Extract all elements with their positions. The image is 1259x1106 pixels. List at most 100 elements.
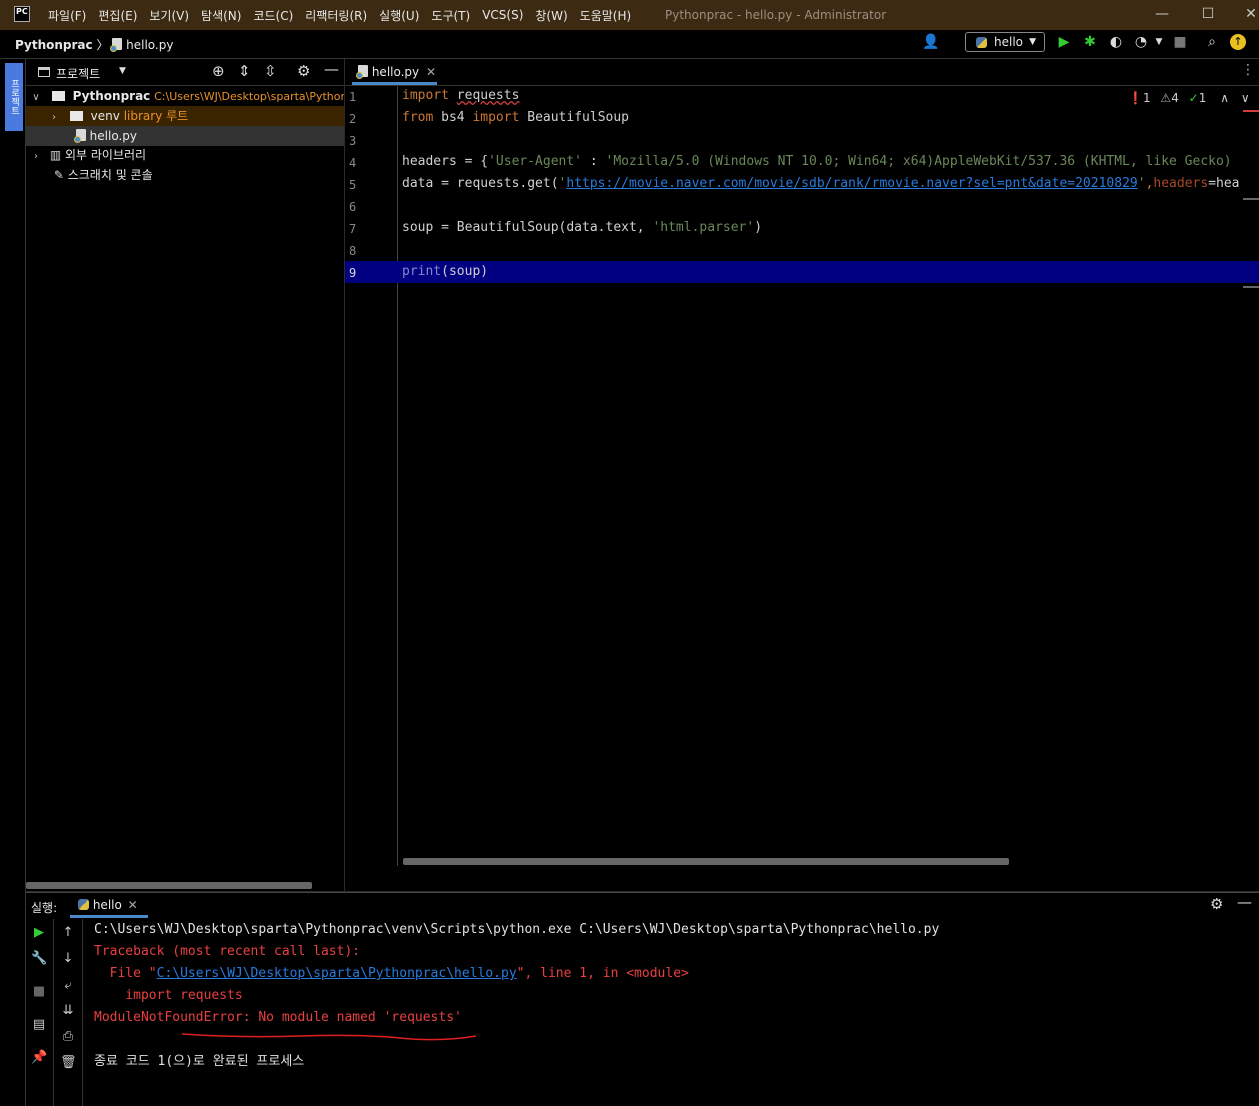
menu-view[interactable]: 보기(V)	[149, 7, 189, 24]
tree-item-note: library 루트	[123, 109, 189, 123]
code-line-9[interactable]: print(soup)	[402, 261, 488, 283]
code-line-5[interactable]: data = requests.get('https://movie.naver…	[402, 173, 1240, 195]
user-icon[interactable]: 👤	[922, 34, 939, 50]
code-token: )	[754, 220, 763, 235]
console-line-source: import requests	[94, 988, 243, 1003]
expand-all-icon[interactable]: ⇕	[238, 62, 251, 80]
code-line-2[interactable]: from bs4 import BeautifulSoup	[402, 107, 629, 129]
tree-item-hello-py[interactable]: hello.py	[26, 126, 344, 146]
error-count: 1	[1142, 91, 1151, 105]
pin-icon[interactable]: 📌	[31, 1050, 47, 1066]
code-line-4[interactable]: headers = {'User-Agent' : 'Mozilla/5.0 (…	[402, 151, 1232, 173]
gear-icon[interactable]: ⚙	[1210, 895, 1223, 913]
inspection-widget[interactable]: ❗1 ⚠4 ✓1 ∧ ∨	[1128, 91, 1250, 105]
chevron-right-icon: ›	[52, 112, 56, 123]
editor-tab-label: hello.py	[371, 65, 420, 79]
rerun-icon[interactable]: ▶	[31, 925, 47, 941]
arrow-up-icon[interactable]: ↑	[60, 925, 76, 941]
hide-icon[interactable]: —	[1237, 893, 1252, 911]
menu-refactor[interactable]: 리팩터링(R)	[305, 7, 367, 24]
menu-help[interactable]: 도움말(H)	[580, 7, 632, 24]
line-number: 7	[349, 222, 357, 236]
soft-wrap-icon[interactable]: ⤶	[60, 978, 76, 994]
layout-icon[interactable]: ▤	[31, 1017, 47, 1033]
run-config-select[interactable]: hello ▼	[965, 32, 1045, 52]
line-number: 4	[349, 156, 357, 170]
menu-bar: 파일(F) 편집(E) 보기(V) 탐색(N) 코드(C) 리팩터링(R) 실행…	[48, 0, 643, 30]
close-icon[interactable]: ✕	[128, 898, 138, 912]
print-icon[interactable]: ⎙	[60, 1029, 76, 1045]
chevron-up-icon[interactable]: ∧	[1220, 91, 1229, 105]
tree-item-scratches[interactable]: ✎ 스크래치 및 콘솔	[26, 165, 344, 185]
warning-stripe-marker[interactable]	[1243, 198, 1259, 200]
maximize-button[interactable]: ☐	[1197, 4, 1219, 24]
breadcrumb-project[interactable]: Pythonprac	[15, 38, 93, 52]
profile-icon[interactable]: ◔	[1133, 34, 1149, 50]
error-stripe-marker[interactable]	[1243, 110, 1259, 112]
code-token: requests	[456, 88, 520, 103]
debug-icon[interactable]: ✱	[1082, 34, 1098, 50]
menu-file[interactable]: 파일(F)	[48, 7, 86, 24]
tree-item-venv[interactable]: › venv library 루트	[26, 106, 344, 126]
chevron-down-icon[interactable]: ▼	[119, 66, 126, 76]
stop-icon[interactable]: ■	[1172, 34, 1188, 50]
project-horizontal-scrollbar[interactable]	[26, 882, 312, 889]
console-text: ", line 1, in <module>	[516, 966, 689, 981]
search-icon[interactable]: ⌕	[1204, 34, 1220, 50]
line-number: 6	[349, 200, 357, 214]
line-number: 2	[349, 112, 357, 126]
stop-icon[interactable]: ■	[31, 984, 47, 1000]
chevron-down-icon: ▼	[1029, 37, 1036, 47]
line-number: 8	[349, 244, 357, 258]
run-icon[interactable]: ▶	[1056, 34, 1072, 50]
coverage-icon[interactable]: ◐	[1108, 34, 1124, 50]
arrow-down-icon[interactable]: ↓	[60, 951, 76, 967]
menu-edit[interactable]: 편집(E)	[98, 7, 137, 24]
code-token: (soup)	[441, 264, 489, 279]
update-icon[interactable]: ↑	[1230, 34, 1246, 50]
menu-navigate[interactable]: 탐색(N)	[201, 7, 241, 24]
project-tool-tab[interactable]: 프로젝트	[5, 63, 23, 131]
project-panel-title[interactable]: 프로젝트	[56, 65, 100, 82]
code-token: data = requests.get(	[402, 176, 559, 191]
locate-icon[interactable]: ⊕	[212, 62, 225, 80]
warning-icon: ⚠	[1160, 91, 1172, 105]
menu-code[interactable]: 코드(C)	[253, 7, 293, 24]
minimize-button[interactable]: —	[1151, 4, 1173, 24]
breadcrumb-separator: 〉	[96, 38, 109, 52]
code-line-7[interactable]: soup = BeautifulSoup(data.text, 'html.pa…	[402, 217, 762, 239]
code-token: soup = BeautifulSoup(data.text,	[402, 220, 653, 235]
close-icon[interactable]: ✕	[426, 65, 436, 79]
menu-run[interactable]: 실행(U)	[379, 7, 419, 24]
trash-icon[interactable]: 🗑	[60, 1055, 77, 1071]
console-file-link[interactable]: C:\Users\WJ\Desktop\sparta\Pythonprac\he…	[157, 966, 517, 981]
editor-horizontal-scrollbar[interactable]	[403, 858, 1009, 865]
chevron-down-icon[interactable]: ▼	[1151, 34, 1167, 50]
line-number: 5	[349, 178, 357, 192]
gear-icon[interactable]: ⚙	[297, 62, 310, 80]
menu-vcs[interactable]: VCS(S)	[482, 8, 523, 22]
wrench-icon[interactable]: 🔧	[31, 951, 47, 967]
more-icon[interactable]: ⋮	[1241, 62, 1255, 78]
code-token: 'html.parser'	[652, 220, 755, 235]
tool-window-stripe	[0, 59, 26, 1106]
editor-tab-bar	[345, 59, 1259, 86]
run-tab-hello[interactable]: hello ✕	[70, 893, 148, 918]
menu-tools[interactable]: 도구(T)	[431, 7, 470, 24]
chevron-down-icon[interactable]: ∨	[1241, 91, 1250, 105]
collapse-all-icon[interactable]: ⇳	[264, 62, 277, 80]
tree-item-project-root[interactable]: ∨ Pythonprac C:\Users\WJ\Desktop\sparta\…	[26, 86, 344, 106]
tree-item-external-libraries[interactable]: › ▥ 외부 라이브러리	[26, 145, 344, 165]
editor-tab-hello-py[interactable]: hello.py ✕	[352, 60, 437, 85]
breadcrumb: Pythonprac 〉 hello.py	[15, 36, 173, 53]
warning-stripe-marker[interactable]	[1243, 286, 1259, 288]
code-line-1[interactable]: import requests	[402, 85, 519, 107]
hide-icon[interactable]: —	[324, 60, 339, 78]
menu-window[interactable]: 창(W)	[535, 7, 567, 24]
scroll-to-end-icon[interactable]: ⇊	[60, 1003, 76, 1019]
breadcrumb-file[interactable]: hello.py	[126, 38, 173, 52]
close-button[interactable]: ✕	[1240, 4, 1259, 24]
code-url-link[interactable]: https://movie.naver.com/movie/sdb/rank/r…	[566, 176, 1137, 191]
warning-count: 4	[1171, 91, 1179, 105]
console-text: File "	[94, 966, 157, 981]
